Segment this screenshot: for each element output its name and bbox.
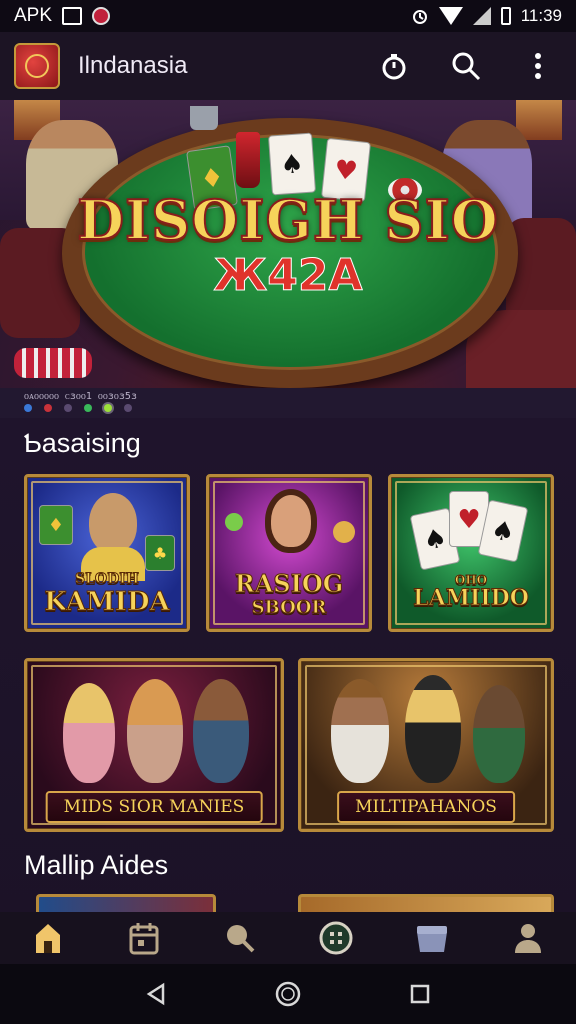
hero-card-spade: ♠ [267,132,317,196]
pager-dots [24,404,132,412]
tile-character-1 [331,679,389,783]
back-icon [146,982,165,1006]
tile-label-bottom: SBOOR [251,597,327,619]
search-icon [452,52,481,81]
game-tile-peek-2[interactable] [298,894,554,914]
app-logo[interactable] [14,43,60,89]
tile-label-top: SLODIH [74,571,140,588]
tile-character [265,489,317,553]
app-screen: APK 11:39 Ilndanasia ♦ ♠ ♥ DISOIGH SIO Ж… [0,0,576,1024]
hero-banner[interactable]: ♦ ♠ ♥ DISOIGH SIO Ж42A [0,100,576,388]
clock-time: 11:39 [520,6,562,25]
tile-label-bottom: LAMIIDO [413,585,530,612]
tile-bubble-right [333,521,355,543]
more-options-button[interactable] [522,50,554,82]
profile-icon [515,924,541,953]
racket-icon [227,925,255,953]
app-title: Ilndanasia [78,52,188,79]
tile-title-plate: MILTIPAHANOS [337,791,515,823]
bottom-nav [0,912,576,964]
hero-glass [190,106,218,130]
app-notification-icon [92,7,111,25]
tile-symbol-gem: ♣ [145,535,175,571]
game-tile-peek-1[interactable] [36,894,216,914]
carrier-label: APK [14,5,53,26]
game-tile-kamida[interactable]: ♦ ♣ SLODIH KAMIDA [24,474,190,632]
search-button[interactable] [450,50,482,82]
tile-character-1 [63,683,115,783]
pager-caption: ᴏᴀᴏᴏᴏᴏᴏ ᴄɜᴏᴏ1 ᴏᴏɜᴏɜ5ɜ [24,391,137,402]
timer-button[interactable] [378,50,410,82]
wifi-icon [438,7,463,25]
hero-logo-text: DISOIGH SIO [76,187,499,253]
alarm-icon [412,10,427,24]
battery-icon [500,7,511,25]
tile-character-3 [473,685,525,783]
section-title-featured: Ƅasaising [24,428,141,458]
nav-home[interactable] [26,916,70,960]
casino-chip-icon [319,921,353,955]
system-nav-bar [0,964,576,1024]
game-tile-multipahanos[interactable]: MILTIPAHANOS [298,658,554,832]
tile-character-2 [127,679,183,783]
hero-chips-left [14,348,92,378]
system-home-button[interactable] [270,976,306,1012]
tile-character [89,493,137,553]
nav-rewards[interactable] [410,916,454,960]
nav-calendar[interactable] [122,916,166,960]
pager-dot[interactable] [44,404,52,412]
tile-title-plate: MIDS SIOR MANIES [45,791,263,823]
home-icon [36,924,60,953]
status-bar: APK 11:39 [0,0,576,32]
tile-label-bottom: KAMIDA [44,587,170,618]
pager-dot[interactable] [104,404,112,412]
more-vert-icon [535,53,541,79]
recents-icon [410,984,430,1004]
screenshot-icon [62,7,83,25]
section-title-more: Mallip Aides [24,850,169,880]
home-circle-icon [275,981,301,1007]
nav-sports[interactable] [218,916,262,960]
calendar-icon [129,923,159,955]
app-bar: Ilndanasia [0,32,576,100]
nav-casino[interactable] [314,916,358,960]
tile-bubble-left [225,513,243,531]
tile-symbol-card: ♦ [39,505,73,545]
tile-character-3 [193,679,249,783]
timer-icon [382,54,406,80]
signal-icon [472,7,491,25]
treasure-icon [417,926,447,952]
hero-cup [236,132,260,188]
pager-dot[interactable] [24,404,32,412]
hero-sub-text: Ж42A [213,250,363,302]
game-tile-lamiido[interactable]: ♠ ♥ ♠ OHO LAMIIDO [388,474,554,632]
tile-character-2 [405,675,461,783]
pager-dot[interactable] [64,404,72,412]
game-tile-rasiog[interactable]: RASIOG SBOOR [206,474,372,632]
system-recents-button[interactable] [402,976,438,1012]
nav-profile[interactable] [506,916,550,960]
pager-dot[interactable] [124,404,132,412]
pager-dot[interactable] [84,404,92,412]
tile-label-top: RASIOG [234,569,344,599]
system-back-button[interactable] [138,976,174,1012]
game-tile-mids[interactable]: MIDS SIOR MANIES [24,658,284,832]
